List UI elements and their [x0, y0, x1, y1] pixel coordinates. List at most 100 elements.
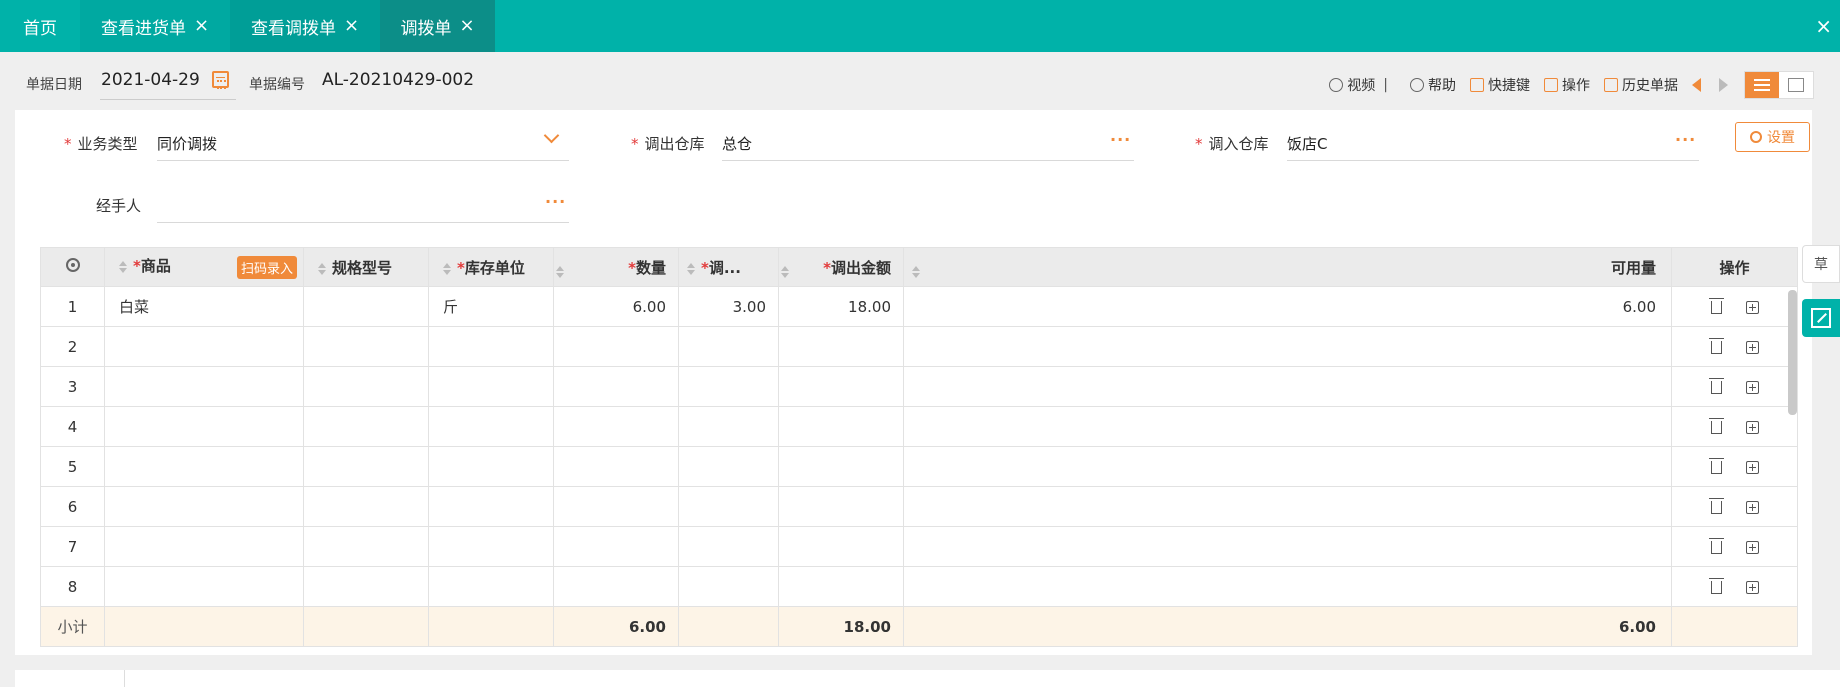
tab-view-transfer[interactable]: 查看调拨单 ×: [230, 0, 380, 52]
available-cell[interactable]: [903, 566, 1672, 607]
column-amount[interactable]: *调出金额: [778, 247, 904, 287]
previous-icon[interactable]: [1692, 78, 1701, 92]
more-icon[interactable]: ···: [1110, 130, 1131, 149]
close-all-icon[interactable]: ×: [1815, 0, 1832, 52]
available-cell[interactable]: [903, 406, 1672, 447]
detail-view-button[interactable]: [1779, 72, 1813, 98]
delete-icon[interactable]: [1708, 457, 1724, 474]
shortcut-button[interactable]: 快捷键: [1470, 75, 1530, 95]
unit-cell[interactable]: 斤: [428, 286, 554, 327]
help-button[interactable]: 帮助: [1410, 75, 1456, 95]
add-row-icon[interactable]: [1745, 300, 1759, 314]
product-cell[interactable]: [104, 486, 304, 527]
delete-icon[interactable]: [1708, 577, 1724, 594]
out-warehouse-field[interactable]: 总仓: [722, 133, 752, 154]
in-warehouse-field[interactable]: 饭店C: [1287, 133, 1327, 154]
column-available[interactable]: 可用量: [903, 247, 1672, 287]
table-row[interactable]: 3: [40, 366, 1798, 407]
table-row[interactable]: 4: [40, 406, 1798, 447]
amount-cell[interactable]: 18.00: [778, 286, 904, 327]
add-row-icon[interactable]: [1745, 500, 1759, 514]
scan-entry-button[interactable]: 扫码录入: [236, 256, 297, 279]
spec-cell[interactable]: [303, 566, 429, 607]
available-cell[interactable]: [903, 326, 1672, 367]
product-cell[interactable]: [104, 406, 304, 447]
biz-type-select[interactable]: 同价调拨: [157, 133, 217, 154]
add-row-icon[interactable]: [1745, 420, 1759, 434]
unit-cell[interactable]: [428, 326, 554, 367]
operate-button[interactable]: 操作: [1544, 75, 1590, 95]
video-button[interactable]: 视频 |: [1329, 75, 1396, 95]
amount-cell[interactable]: [778, 406, 904, 447]
column-spec[interactable]: 规格型号: [303, 247, 429, 287]
add-row-icon[interactable]: [1745, 540, 1759, 554]
product-cell[interactable]: [104, 526, 304, 567]
qty-cell[interactable]: [553, 366, 679, 407]
available-cell[interactable]: [903, 486, 1672, 527]
spec-cell[interactable]: [303, 526, 429, 567]
spec-cell[interactable]: [303, 406, 429, 447]
price-cell[interactable]: [678, 446, 779, 487]
price-cell[interactable]: [678, 366, 779, 407]
settings-button[interactable]: 设置: [1735, 122, 1810, 152]
unit-cell[interactable]: [428, 446, 554, 487]
bottom-tab[interactable]: [15, 670, 125, 687]
tab-home[interactable]: 首页: [0, 0, 80, 52]
price-cell[interactable]: [678, 406, 779, 447]
add-row-icon[interactable]: [1745, 460, 1759, 474]
table-row[interactable]: 5: [40, 446, 1798, 487]
column-unit[interactable]: *库存单位: [428, 247, 554, 287]
column-qty[interactable]: *数量: [553, 247, 679, 287]
table-row[interactable]: 8: [40, 566, 1798, 607]
column-price[interactable]: *调...: [678, 247, 779, 287]
add-row-icon[interactable]: [1745, 380, 1759, 394]
tab-transfer-order[interactable]: 调拨单 ×: [380, 0, 495, 52]
spec-cell[interactable]: [303, 446, 429, 487]
delete-icon[interactable]: [1708, 417, 1724, 434]
expand-button[interactable]: [1802, 299, 1840, 337]
available-cell[interactable]: [903, 446, 1672, 487]
qty-cell[interactable]: [553, 566, 679, 607]
qty-cell[interactable]: [553, 406, 679, 447]
close-icon[interactable]: ×: [459, 17, 474, 35]
more-icon[interactable]: ···: [1675, 130, 1696, 149]
calendar-icon[interactable]: [212, 71, 229, 89]
close-icon[interactable]: ×: [194, 17, 209, 35]
qty-cell[interactable]: [553, 326, 679, 367]
amount-cell[interactable]: [778, 486, 904, 527]
unit-cell[interactable]: [428, 526, 554, 567]
available-cell[interactable]: [903, 366, 1672, 407]
price-cell[interactable]: 3.00: [678, 286, 779, 327]
qty-cell[interactable]: [553, 446, 679, 487]
product-cell[interactable]: [104, 366, 304, 407]
delete-icon[interactable]: [1708, 537, 1724, 554]
table-row[interactable]: 2: [40, 326, 1798, 367]
spec-cell[interactable]: [303, 486, 429, 527]
price-cell[interactable]: [678, 526, 779, 567]
amount-cell[interactable]: [778, 326, 904, 367]
table-row[interactable]: 1 白菜斤 6.00 3.00 18.00 6.00: [40, 286, 1798, 327]
add-row-icon[interactable]: [1745, 580, 1759, 594]
available-cell[interactable]: 6.00: [903, 286, 1672, 327]
product-cell[interactable]: [104, 446, 304, 487]
more-icon[interactable]: ···: [545, 192, 566, 211]
history-button[interactable]: 历史单据: [1604, 75, 1678, 95]
qty-cell[interactable]: [553, 486, 679, 527]
date-field[interactable]: 2021-04-29: [101, 70, 200, 90]
qty-cell[interactable]: [553, 526, 679, 567]
product-cell[interactable]: 白菜: [104, 286, 304, 327]
qty-cell[interactable]: 6.00: [553, 286, 679, 327]
available-cell[interactable]: [903, 526, 1672, 567]
amount-cell[interactable]: [778, 366, 904, 407]
delete-icon[interactable]: [1708, 497, 1724, 514]
delete-icon[interactable]: [1708, 377, 1724, 394]
column-settings[interactable]: [40, 247, 105, 287]
unit-cell[interactable]: [428, 486, 554, 527]
amount-cell[interactable]: [778, 566, 904, 607]
unit-cell[interactable]: [428, 366, 554, 407]
delete-icon[interactable]: [1708, 297, 1724, 314]
table-scrollbar[interactable]: [1788, 290, 1797, 415]
tab-view-purchase[interactable]: 查看进货单 ×: [80, 0, 230, 52]
product-cell[interactable]: [104, 566, 304, 607]
price-cell[interactable]: [678, 486, 779, 527]
